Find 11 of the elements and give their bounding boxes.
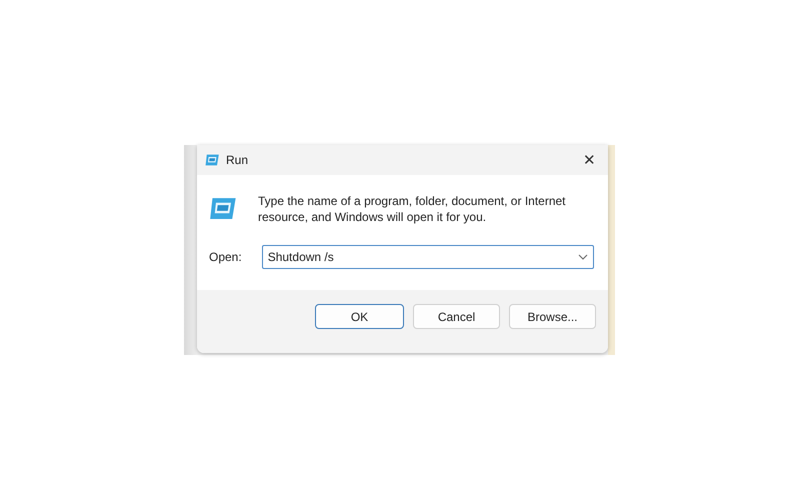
- ok-button[interactable]: OK: [315, 304, 404, 329]
- cancel-button[interactable]: Cancel: [413, 304, 500, 329]
- window-title: Run: [226, 153, 250, 167]
- run-icon: [209, 197, 238, 221]
- dropdown-icon[interactable]: [578, 254, 588, 260]
- browse-button[interactable]: Browse...: [509, 304, 596, 329]
- run-icon: [205, 154, 220, 166]
- open-label: Open:: [209, 250, 242, 264]
- open-field[interactable]: Shutdown /s: [262, 245, 594, 269]
- close-button[interactable]: ✕: [579, 151, 600, 169]
- instruction-text: Type the name of a program, folder, document, or Internet resource, and Windows will open it for you.: [258, 193, 567, 225]
